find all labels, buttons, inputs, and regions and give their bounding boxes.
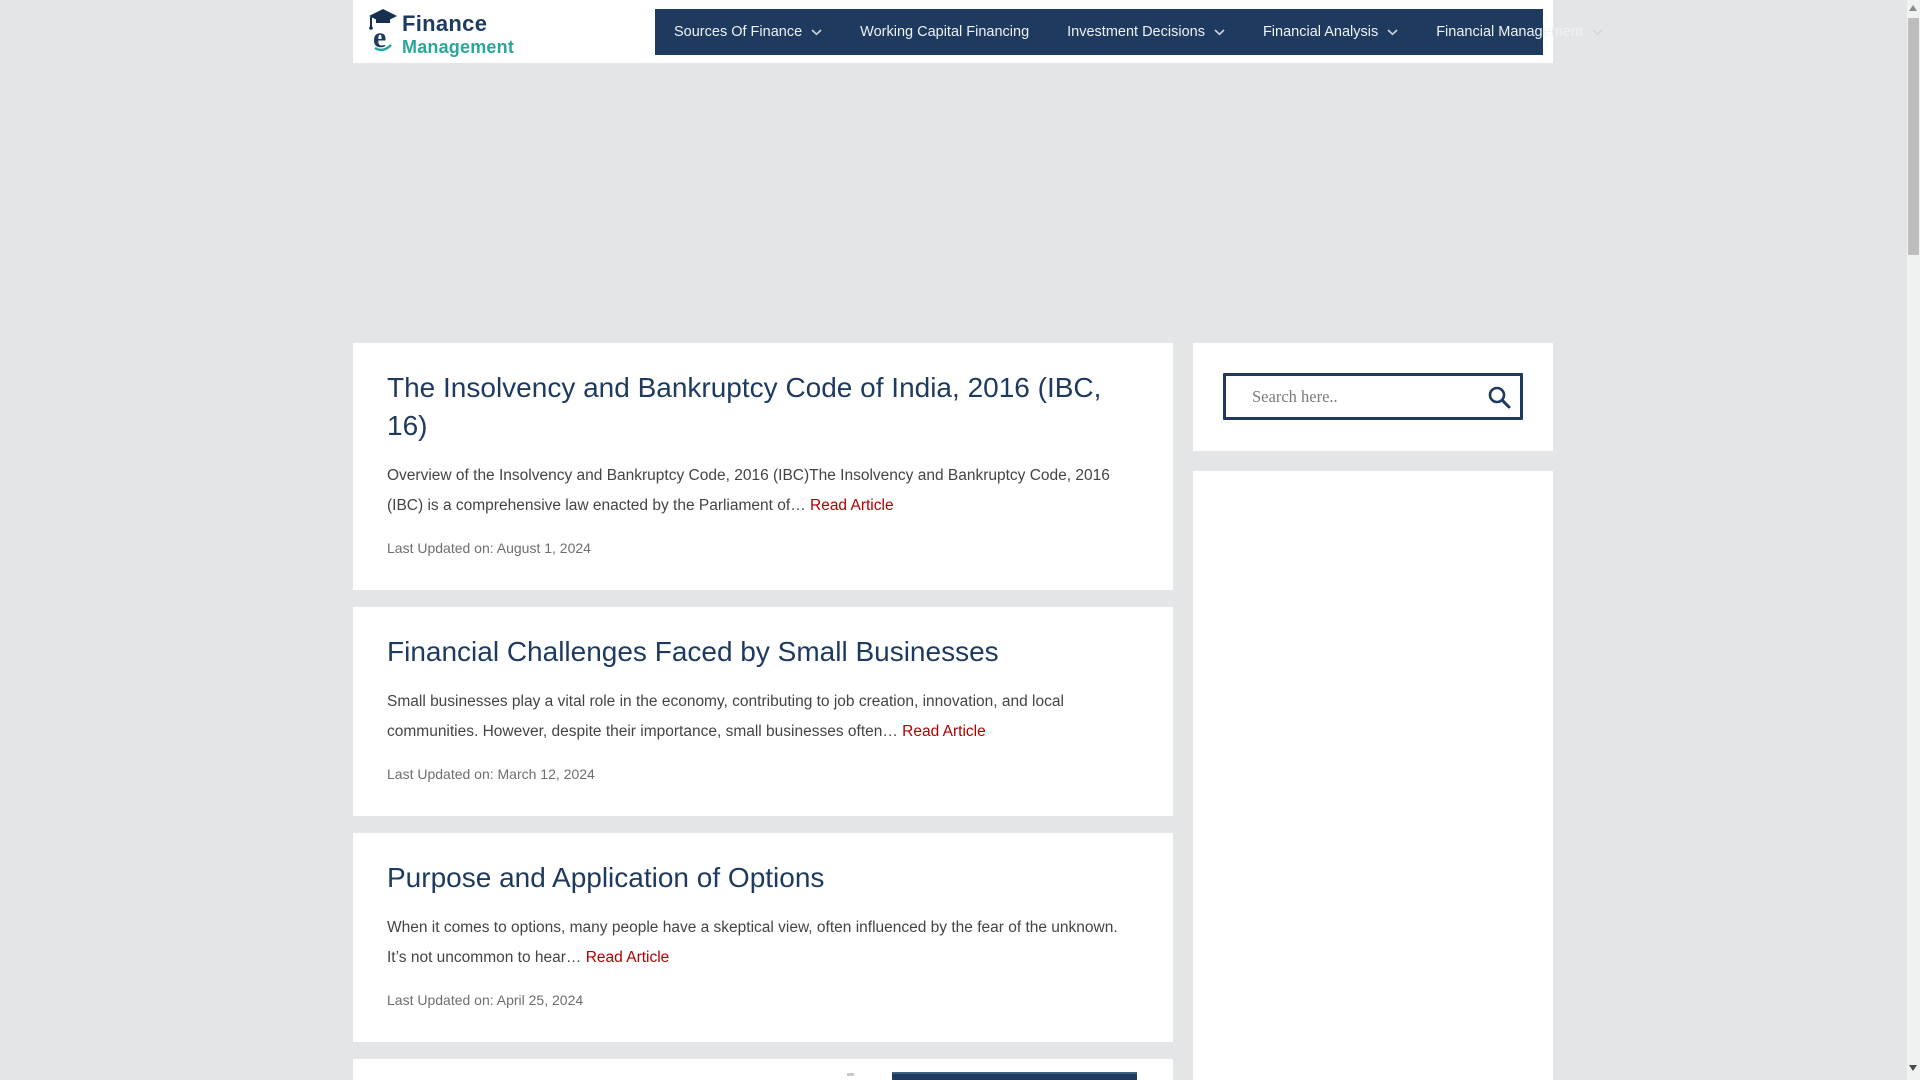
page-scrollbar[interactable] [1907, 0, 1920, 1080]
nav-item-sources-of-finance[interactable]: Sources Of Finance [655, 9, 841, 55]
graduation-cap-e-logo-icon: e [369, 9, 397, 54]
article-last-updated: Last Updated on: April 25, 2024 [387, 992, 584, 1009]
article-excerpt: When it comes to options, many people ha… [387, 913, 1139, 973]
nav-item-financial-analysis[interactable]: Financial Analysis [1244, 9, 1417, 55]
search-icon [1488, 386, 1511, 409]
search-widget [1193, 343, 1553, 451]
article-title[interactable]: Financial Challenges Faced by Small Busi… [387, 633, 1139, 671]
article-card-partial [353, 1059, 1173, 1080]
nav-item-label: Investment Decisions [1067, 24, 1205, 40]
article-card: Purpose and Application of Options When … [353, 833, 1173, 1043]
search-button[interactable] [1484, 382, 1514, 412]
article-title[interactable]: Purpose and Application of Options [387, 859, 1139, 897]
main-navigation: Sources Of Finance Working Capital Finan… [655, 9, 1603, 55]
nav-item-financial-management[interactable]: Financial Management [1417, 9, 1622, 55]
nav-item-working-capital-financing[interactable]: Working Capital Financing [841, 9, 1048, 55]
nav-item-label: Sources Of Finance [674, 24, 803, 40]
scrollbar-down-arrow-icon[interactable] [1909, 1065, 1917, 1071]
site-logo[interactable]: e Finance Management [366, 7, 514, 56]
article-card: The Insolvency and Bankruptcy Code of In… [353, 343, 1173, 591]
nav-item-label: Financial Analysis [1262, 24, 1379, 40]
partial-embed-top-bar [892, 1072, 1137, 1080]
chevron-down-icon [1214, 28, 1225, 36]
article-card: Financial Challenges Faced by Small Busi… [353, 607, 1173, 817]
logo-text-management: Management [402, 37, 515, 57]
sidebar-ad-placeholder [1193, 471, 1553, 1080]
article-excerpt: Overview of the Insolvency and Bankruptc… [387, 461, 1139, 521]
nav-item-label: Working Capital Financing [860, 24, 1030, 40]
sidebar [1193, 343, 1553, 1080]
chevron-down-icon [1592, 28, 1603, 36]
article-excerpt: Small businesses play a vital role in th… [387, 687, 1139, 747]
article-title[interactable]: The Insolvency and Bankruptcy Code of In… [387, 369, 1139, 445]
nav-item-investment-decisions[interactable]: Investment Decisions [1048, 9, 1244, 55]
scrollbar-thumb[interactable] [1908, 18, 1919, 255]
chevron-down-icon [1387, 28, 1398, 36]
read-article-link[interactable]: Read Article [902, 723, 986, 740]
nav-item-label: Financial Management [1436, 24, 1583, 40]
scrollbar-up-arrow-icon[interactable] [1909, 5, 1917, 11]
article-last-updated: Last Updated on: March 12, 2024 [387, 766, 595, 783]
partial-embed-fragment [847, 1073, 854, 1076]
article-excerpt-text: When it comes to options, many people ha… [387, 919, 1118, 967]
header: e Finance Management Sources Of Finance … [353, 0, 1603, 63]
read-article-link[interactable]: Read Article [586, 949, 670, 966]
search-input[interactable] [1223, 373, 1523, 420]
article-last-updated: Last Updated on: August 1, 2024 [387, 540, 591, 557]
read-article-link[interactable]: Read Article [810, 497, 894, 514]
article-list: The Insolvency and Bankruptcy Code of In… [353, 343, 1173, 1080]
logo-text-finance: Finance [402, 11, 488, 36]
article-excerpt-text: Overview of the Insolvency and Bankruptc… [387, 467, 1110, 515]
chevron-down-icon [811, 28, 822, 36]
